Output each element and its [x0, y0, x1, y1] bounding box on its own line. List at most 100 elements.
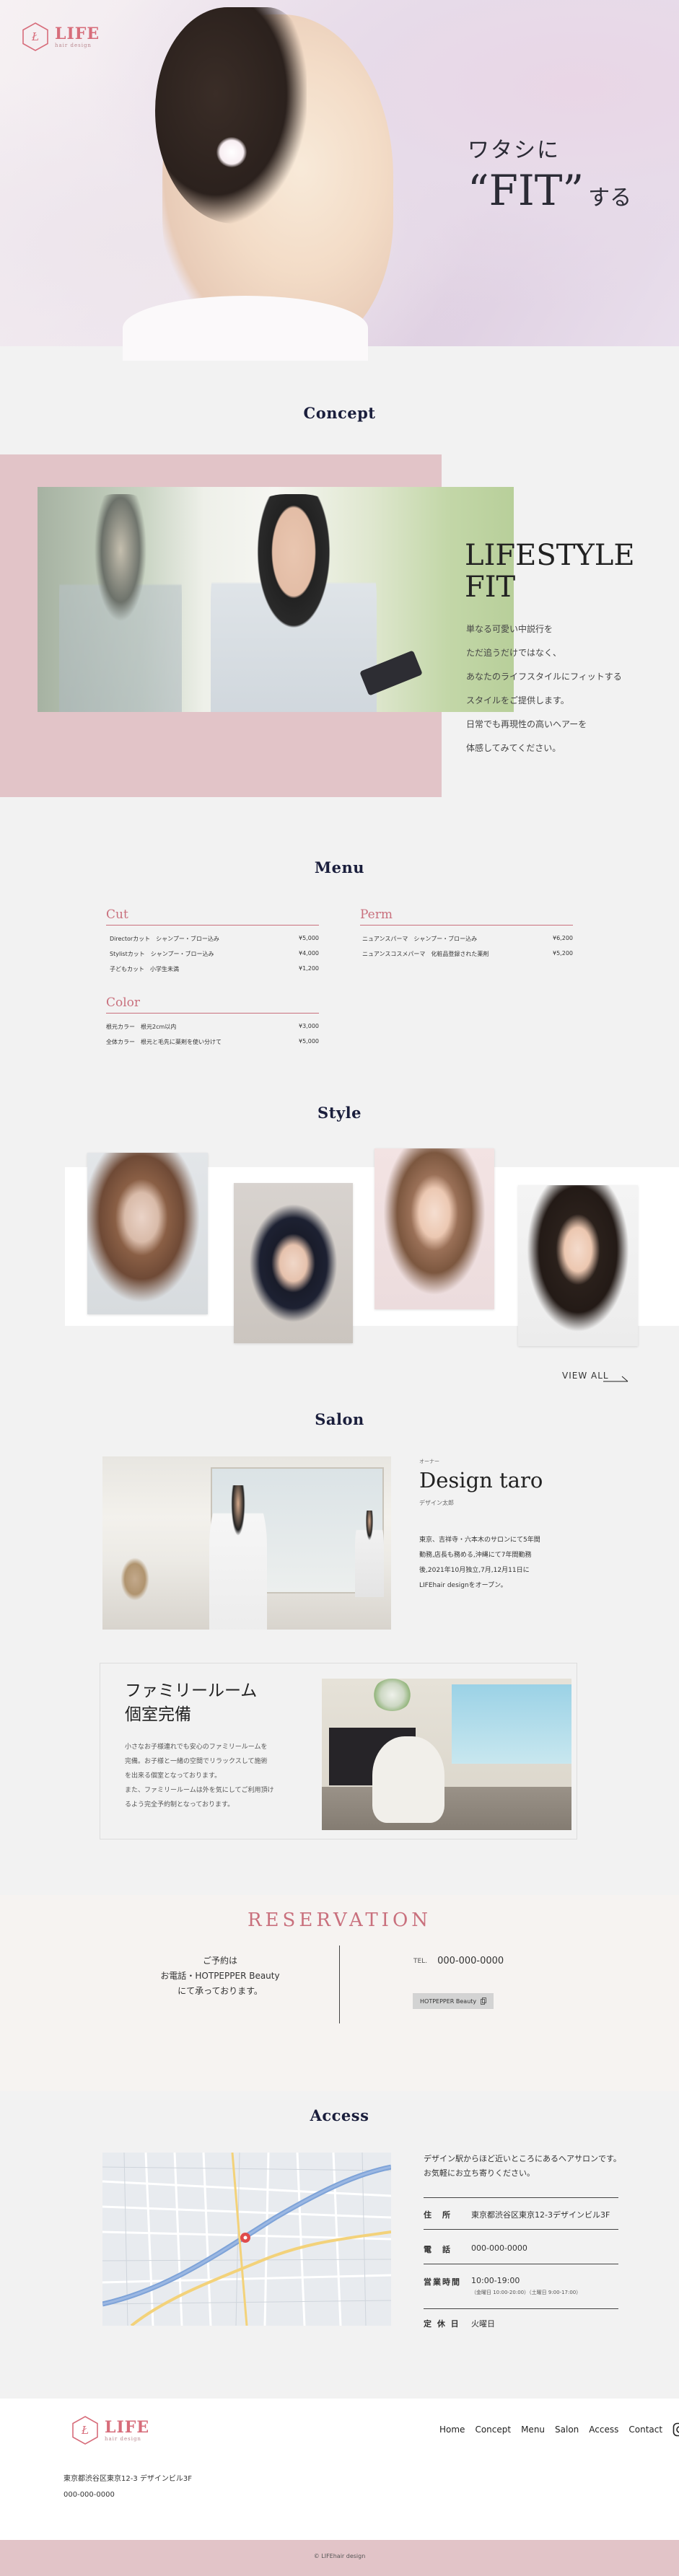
- hours-value: 10:00-19:00: [471, 2276, 520, 2285]
- tel-number: 000-000-0000: [437, 1956, 504, 1966]
- hero-model-shirt: [123, 296, 368, 361]
- style-section-title: Style: [317, 1104, 362, 1122]
- menu-item-name: ニュアンスコスメパーマ 化粧品登録された薬剤: [362, 951, 489, 957]
- access-divider: [424, 2197, 618, 2198]
- reservation-message-line: お電話・HOTPEPPER Beauty: [160, 1971, 280, 1981]
- style-photo[interactable]: [234, 1183, 353, 1343]
- menu-item: Stylistカット シャンプー・ブロー込み ¥4,000: [110, 950, 319, 958]
- menu-item-price: ¥1,200: [299, 965, 319, 972]
- menu-item-price: ¥4,000: [299, 950, 319, 957]
- salon-section-title: Salon: [315, 1410, 364, 1428]
- hero-copy: ワタシに “FIT” する: [468, 132, 631, 211]
- hotpepper-button-label: HOTPEPPER Beauty: [420, 1997, 477, 2005]
- access-holiday-row: 定 休 日 火曜日: [424, 2318, 495, 2329]
- logo-hexagon-icon: Ł: [22, 22, 48, 51]
- menu-section-title: Menu: [314, 858, 365, 876]
- svg-text:Ł: Ł: [81, 2424, 89, 2437]
- header-logo[interactable]: Ł LIFE hair design: [20, 22, 100, 52]
- reservation-message-line: ご予約は: [202, 1956, 237, 1966]
- access-phone-row: 電 話 000-000-0000: [424, 2243, 527, 2255]
- family-room-floor: [322, 1787, 571, 1830]
- holiday-value: 火曜日: [471, 2319, 495, 2329]
- family-room-text-line: 完備。お子様と一緒の空間でリラックスして施術: [125, 1758, 268, 1765]
- owner-bio: 東京、吉祥寺・六本木のサロンにて5年間 勤務,店長も務める,沖縄にて7年間勤務 …: [419, 1533, 540, 1593]
- footer-nav-concept[interactable]: Concept: [475, 2425, 511, 2435]
- access-map[interactable]: [102, 2153, 391, 2326]
- hero-copy-line3: する: [588, 185, 632, 211]
- access-divider: [424, 2229, 618, 2230]
- hero-earring: [216, 137, 247, 167]
- style-photo[interactable]: [518, 1185, 638, 1346]
- salon-owner-photo: [102, 1456, 391, 1630]
- footer-nav: Home Concept Menu Salon Access Contact: [439, 2422, 679, 2437]
- footer-nav-contact[interactable]: Contact: [628, 2425, 662, 2435]
- owner-bio-line: 勤務,店長も務める,沖縄にて7年間勤務: [419, 1552, 532, 1559]
- footer-logo-subtext: hair design: [105, 2435, 141, 2442]
- family-room-card: ファミリールーム 個室完備 小さなお子様連れでも安心のファミリールームを 完備。…: [100, 1663, 577, 1839]
- footer-nav-menu[interactable]: Menu: [521, 2425, 545, 2435]
- menu-item-price: ¥5,200: [553, 950, 573, 957]
- footer-address: 東京都渋谷区東京12-3 デザインビル3F 000-000-0000: [63, 2471, 192, 2503]
- style-photo[interactable]: [87, 1153, 208, 1314]
- menu-cut-title: Cut: [106, 907, 128, 922]
- menu-item: ニュアンスパーマ シャンプー・ブロー込み ¥6,200: [362, 935, 573, 943]
- address-value: 東京都渋谷区東京12-3デザインビル3F: [471, 2210, 610, 2220]
- menu-item-price: ¥3,000: [299, 1023, 319, 1029]
- salon-owner-figure: [209, 1485, 267, 1630]
- access-address-row: 住 所 東京都渋谷区東京12-3デザインビル3F: [424, 2209, 610, 2220]
- menu-item: 根元カラー 根元2cm以内 ¥3,000: [106, 1023, 319, 1031]
- reservation-message-line: にて承っております。: [178, 1986, 263, 1996]
- concept-heading: LIFESTYLE FIT: [465, 540, 635, 603]
- owner-name-kana: デザイン太郎: [419, 1500, 454, 1506]
- concept-section-title: Concept: [303, 404, 376, 422]
- menu-item-name: 根元カラー 根元2cm以内: [106, 1024, 177, 1030]
- concept-paragraph: 体感してみてください。: [466, 743, 561, 753]
- map-image: [102, 2153, 391, 2326]
- reservation-divider: [339, 1946, 340, 2023]
- menu-item-price: ¥5,000: [299, 935, 319, 941]
- phone-label: 電 話: [424, 2245, 452, 2254]
- menu-cut-divider: [106, 925, 319, 926]
- footer-nav-salon[interactable]: Salon: [555, 2425, 579, 2435]
- family-room-chair: [372, 1736, 444, 1823]
- family-room-text-line: を出来る個室となっております。: [125, 1772, 222, 1780]
- menu-item-name: ニュアンスパーマ シャンプー・ブロー込み: [362, 936, 478, 942]
- logo-hexagon-icon: Ł: [72, 2416, 98, 2445]
- menu-item: Directorカット シャンプー・ブロー込み ¥5,000: [110, 935, 319, 943]
- owner-role: オーナー: [419, 1459, 439, 1464]
- concept-paragraph: 単なる可愛い中説行を: [466, 624, 553, 634]
- logo-subtext: hair design: [55, 42, 92, 48]
- copyright-text: © LIFEhair design: [313, 2553, 366, 2559]
- footer-nav-home[interactable]: Home: [439, 2425, 465, 2435]
- family-room-text-line: 小さなお子様連れでも安心のファミリールームを: [125, 1744, 268, 1751]
- owner-name: Design taro: [419, 1468, 543, 1493]
- footer-address-line: 東京都渋谷区東京12-3 デザインビル3F: [63, 2475, 192, 2483]
- instagram-icon[interactable]: [673, 2422, 679, 2437]
- holiday-label: 定 休 日: [424, 2319, 460, 2329]
- access-lead: デザイン駅からほど近いところにあるヘアサロンです。 お気軽にお立ち寄りください。: [424, 2152, 621, 2181]
- owner-bio-line: LIFEhair designをオープン。: [419, 1582, 507, 1589]
- concept-photo: [38, 487, 514, 712]
- menu-color-title: Color: [106, 995, 141, 1010]
- family-room-text: 小さなお子様連れでも安心のファミリールームを 完備。お子様と一緒の空間でリラック…: [125, 1740, 273, 1812]
- access-lead-line2: お気軽にお立ち寄りください。: [424, 2168, 535, 2178]
- hero-copy-line1: ワタシに: [468, 138, 560, 163]
- menu-item: 全体カラー 根元と毛先に薬剤を使い分けて ¥5,000: [106, 1038, 319, 1046]
- reservation-phone[interactable]: TEL. 000-000-0000: [413, 1956, 504, 1966]
- footer-nav-access[interactable]: Access: [589, 2425, 618, 2435]
- access-lead-line1: デザイン駅からほど近いところにあるヘアサロンです。: [424, 2154, 621, 2163]
- family-room-window: [452, 1684, 571, 1764]
- footer-logo[interactable]: Ł LIFE hair design: [70, 2415, 149, 2445]
- concept-heading-line2: FIT: [465, 571, 516, 604]
- logo-text: LIFE: [55, 24, 100, 43]
- view-all-link[interactable]: VIEW ALL: [562, 1368, 629, 1384]
- menu-item-name: Stylistカット シャンプー・ブロー込み: [110, 951, 214, 957]
- footer-logo-text: LIFE: [105, 2417, 150, 2437]
- access-hours-row: 営業時間 10:00-19:00 （金曜日 10:00-20:00）（土曜日 9…: [424, 2276, 581, 2296]
- style-photo[interactable]: [374, 1148, 494, 1309]
- hotpepper-button[interactable]: HOTPEPPER Beauty: [413, 1993, 494, 2009]
- page: Ł LIFE hair design ワタシに “FIT” する Concept…: [0, 0, 679, 2576]
- hours-note: （金曜日 10:00-20:00）（土曜日 9:00-17:00）: [471, 2290, 582, 2295]
- footer-phone: 000-000-0000: [63, 2491, 115, 2499]
- family-room-plant: [372, 1679, 412, 1711]
